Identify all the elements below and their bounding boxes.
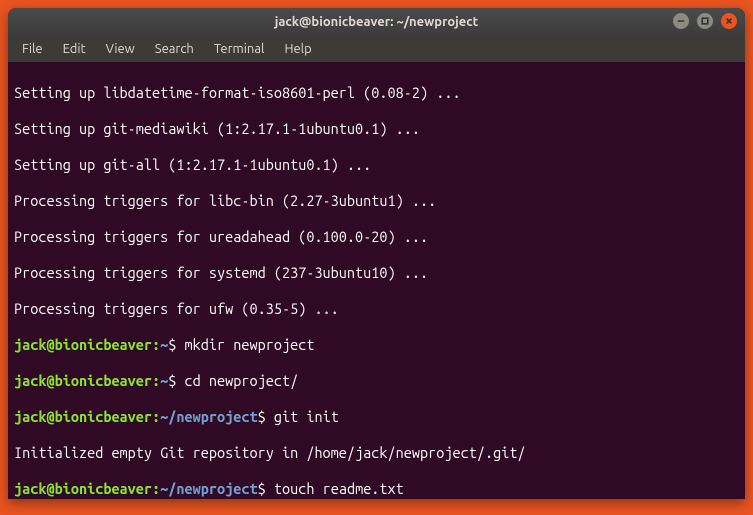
prompt-path: ~/newproject [160, 408, 257, 425]
prompt-dollar: $ [258, 408, 266, 425]
close-icon [725, 17, 733, 25]
menu-view[interactable]: View [98, 39, 143, 59]
prompt-line: jack@bionicbeaver:~$ mkdir newproject [14, 336, 739, 354]
command-text: mkdir newproject [176, 336, 314, 353]
output-line: Processing triggers for libc-bin (2.27-3… [14, 192, 739, 210]
prompt-sep: : [152, 408, 160, 425]
output-line: Initialized empty Git repository in /hom… [14, 444, 739, 462]
prompt-sep: : [152, 336, 160, 353]
output-line: Processing triggers for ufw (0.35-5) ... [14, 300, 739, 318]
menu-help[interactable]: Help [276, 39, 319, 59]
command-text: git init [266, 408, 339, 425]
terminal-body[interactable]: Setting up libdatetime-format-iso8601-pe… [8, 62, 745, 499]
prompt-userhost: jack@bionicbeaver [14, 372, 152, 389]
prompt-userhost: jack@bionicbeaver [14, 480, 152, 497]
prompt-dollar: $ [258, 480, 266, 497]
output-line: Processing triggers for systemd (237-3ub… [14, 264, 739, 282]
menu-edit[interactable]: Edit [55, 39, 94, 59]
close-button[interactable] [721, 13, 737, 29]
command-text: touch readme.txt [266, 480, 404, 497]
maximize-icon [701, 17, 709, 25]
prompt-line: jack@bionicbeaver:~/newproject$ touch re… [14, 480, 739, 498]
menubar: File Edit View Search Terminal Help [8, 36, 745, 62]
minimize-icon [677, 17, 685, 25]
terminal-window: jack@bionicbeaver: ~/newproject File Edi… [8, 8, 745, 499]
prompt-line: jack@bionicbeaver:~/newproject$ git init [14, 408, 739, 426]
window-controls [673, 13, 737, 29]
prompt-userhost: jack@bionicbeaver [14, 336, 152, 353]
prompt-sep: : [152, 480, 160, 497]
output-line: Setting up git-all (1:2.17.1-1ubuntu0.1)… [14, 156, 739, 174]
menu-search[interactable]: Search [147, 39, 202, 59]
prompt-sep: : [152, 372, 160, 389]
menu-terminal[interactable]: Terminal [206, 39, 273, 59]
output-line: Setting up git-mediawiki (1:2.17.1-1ubun… [14, 120, 739, 138]
output-line: Processing triggers for ureadahead (0.10… [14, 228, 739, 246]
command-text: cd newproject/ [176, 372, 298, 389]
minimize-button[interactable] [673, 13, 689, 29]
menu-file[interactable]: File [14, 39, 51, 59]
titlebar[interactable]: jack@bionicbeaver: ~/newproject [8, 8, 745, 36]
prompt-line: jack@bionicbeaver:~$ cd newproject/ [14, 372, 739, 390]
window-title: jack@bionicbeaver: ~/newproject [275, 15, 478, 29]
output-line: Setting up libdatetime-format-iso8601-pe… [14, 84, 739, 102]
prompt-path: ~/newproject [160, 480, 257, 497]
prompt-userhost: jack@bionicbeaver [14, 408, 152, 425]
maximize-button[interactable] [697, 13, 713, 29]
